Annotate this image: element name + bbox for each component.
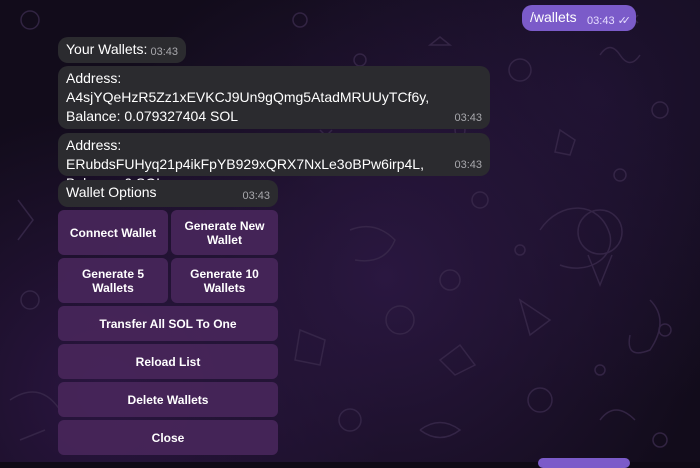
delete-wallets-button[interactable]: Delete Wallets (58, 382, 278, 417)
transfer-all-sol-button[interactable]: Transfer All SOL To One (58, 306, 278, 341)
message-wallet-2: Address: ERubdsFUHyq21p4ikFpYB929xQRX7Nx… (58, 133, 490, 191)
button-label: Close (151, 430, 185, 445)
message-text: Your Wallets: (66, 41, 148, 57)
wallet-balance: Balance: 0.079327404 SOL (66, 108, 239, 124)
outgoing-message-partial (538, 458, 630, 468)
connect-wallet-button[interactable]: Connect Wallet (58, 210, 168, 255)
message-wallet-options: Wallet Options 03:43 (58, 180, 278, 207)
wallet-address-label: Address: (66, 70, 122, 86)
outgoing-message: /wallets 03:43 ✓✓ (522, 5, 636, 31)
outgoing-message-time: 03:43 (587, 15, 615, 27)
generate-new-wallet-button[interactable]: Generate New Wallet (171, 210, 278, 255)
wallet-address: A4sjYQeHzR5Zz1xEVKCJ9Un9gQmg5AtadMRUUyTC… (66, 89, 430, 105)
generate-10-wallets-button[interactable]: Generate 10 Wallets (171, 258, 278, 303)
button-label: Generate 5 Wallets (81, 266, 145, 295)
button-label: Reload List (135, 354, 201, 369)
close-button[interactable]: Close (58, 420, 278, 455)
button-label: Delete Wallets (127, 392, 209, 407)
generate-5-wallets-button[interactable]: Generate 5 Wallets (58, 258, 168, 303)
outgoing-message-text: /wallets (530, 9, 577, 25)
button-label: Transfer All SOL To One (99, 316, 237, 331)
button-label: Connect Wallet (69, 225, 157, 240)
message-time: 03:43 (242, 190, 270, 202)
message-time: 03:43 (454, 159, 482, 171)
message-time: 03:43 (150, 46, 178, 58)
button-label: Generate New Wallet (184, 218, 265, 247)
reload-list-button[interactable]: Reload List (58, 344, 278, 379)
double-check-icon: ✓✓ (617, 15, 632, 27)
message-time: 03:43 (454, 112, 482, 124)
message-your-wallets: Your Wallets: 03:43 (58, 37, 186, 63)
message-wallet-1: Address: A4sjYQeHzR5Zz1xEVKCJ9Un9gQmg5At… (58, 66, 490, 129)
button-label: Generate 10 Wallets (190, 266, 259, 295)
message-text: Wallet Options (66, 184, 157, 200)
wallet-address: Address: ERubdsFUHyq21p4ikFpYB929xQRX7Nx… (66, 137, 424, 172)
